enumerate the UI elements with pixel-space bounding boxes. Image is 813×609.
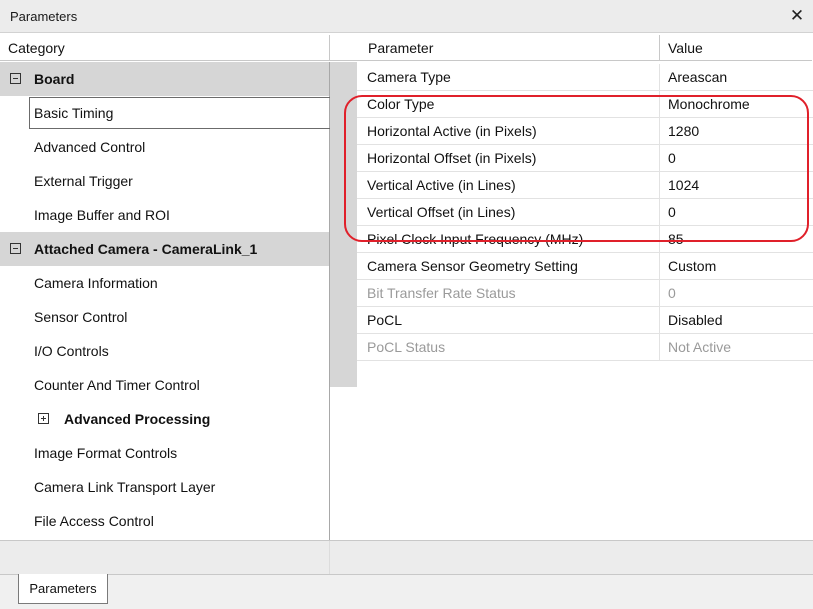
category-item[interactable]: Camera Link Transport Layer <box>0 470 329 504</box>
column-separator <box>659 226 660 252</box>
category-item[interactable]: Advanced Control <box>0 130 329 164</box>
category-label: Image Format Controls <box>34 445 178 461</box>
category-label: Camera Information <box>34 275 158 291</box>
parameter-row[interactable]: Vertical Active (in Lines) 1024 <box>357 172 813 199</box>
parameter-value[interactable]: 0 <box>668 199 676 226</box>
category-label: File Access Control <box>34 513 154 529</box>
column-separator <box>659 91 660 117</box>
collapse-icon[interactable] <box>10 243 21 254</box>
parameter-row[interactable]: PoCL Status Not Active <box>357 334 813 361</box>
parameter-row[interactable]: PoCL Disabled <box>357 307 813 334</box>
panel-divider <box>329 541 330 575</box>
category-item[interactable]: Camera Information <box>0 266 329 300</box>
parameter-name: Bit Transfer Rate Status <box>367 285 516 301</box>
category-label: Board <box>34 71 75 87</box>
category-item[interactable]: Sensor Control <box>0 300 329 334</box>
parameter-row[interactable]: Color Type Monochrome <box>357 91 813 118</box>
category-label: Camera Link Transport Layer <box>34 479 216 495</box>
column-separator <box>659 307 660 333</box>
parameter-row[interactable]: Horizontal Offset (in Pixels) 0 <box>357 145 813 172</box>
parameter-row[interactable]: Vertical Offset (in Lines) 0 <box>357 199 813 226</box>
parameter-value[interactable]: 1024 <box>668 172 699 199</box>
category-group[interactable]: Advanced Processing <box>0 402 329 436</box>
category-label: Attached Camera - CameraLink_1 <box>34 241 258 257</box>
parameter-value[interactable]: Custom <box>668 253 716 280</box>
tab-parameters[interactable]: Parameters <box>18 574 108 604</box>
parameter-value: Not Active <box>668 339 732 355</box>
category-label: Counter And Timer Control <box>34 377 200 393</box>
parameter-row[interactable]: Horizontal Active (in Pixels) 1280 <box>357 118 813 145</box>
parameter-name: Pixel Clock Input Frequency (MHz) <box>367 231 584 247</box>
column-separator <box>659 280 660 306</box>
column-separator <box>659 334 660 360</box>
column-header-value[interactable]: Value <box>660 35 812 61</box>
category-label: Basic Timing <box>34 105 114 121</box>
parameter-name: Camera Sensor Geometry Setting <box>367 258 578 274</box>
window-title-bar: Parameters ✕ <box>0 0 813 33</box>
column-header-category[interactable]: Category <box>0 35 330 61</box>
parameter-name: Vertical Offset (in Lines) <box>367 204 516 220</box>
parameter-name: Camera Type <box>367 69 451 85</box>
column-separator <box>659 172 660 198</box>
parameter-value[interactable]: Monochrome <box>668 91 750 118</box>
column-separator <box>659 64 660 90</box>
category-group[interactable]: Attached Camera - CameraLink_1 <box>0 232 329 266</box>
category-item[interactable]: File Access Control <box>0 504 329 538</box>
column-separator <box>659 145 660 171</box>
column-separator <box>659 199 660 225</box>
category-item[interactable]: Counter And Timer Control <box>0 368 329 402</box>
parameter-name: Horizontal Active (in Pixels) <box>367 123 537 139</box>
description-strip <box>0 540 813 575</box>
category-item[interactable]: I/O Controls <box>0 334 329 368</box>
parameter-value[interactable]: Disabled <box>668 307 722 334</box>
column-separator <box>659 253 660 279</box>
category-item[interactable]: Basic Timing <box>0 96 330 130</box>
category-label: Advanced Processing <box>64 411 211 427</box>
parameter-name: Vertical Active (in Lines) <box>367 177 516 193</box>
category-tree: Board Basic Timing Advanced Control Externa… <box>0 62 330 540</box>
tab-bar: Parameters <box>0 574 813 609</box>
parameter-row[interactable]: Pixel Clock Input Frequency (MHz) 85 <box>357 226 813 253</box>
category-item[interactable]: External Trigger <box>0 164 329 198</box>
parameter-row[interactable]: Camera Sensor Geometry Setting Custom <box>357 253 813 280</box>
category-label: Sensor Control <box>34 309 128 325</box>
parameter-grid: Camera Type Areascan Color Type Monochrome H… <box>330 62 813 540</box>
parameter-name: PoCL <box>367 312 403 328</box>
category-item[interactable]: Image Buffer and ROI <box>0 198 329 232</box>
category-item[interactable]: Image Format Controls <box>0 436 329 470</box>
parameter-value[interactable]: 1280 <box>668 118 699 145</box>
window-title: Parameters <box>10 9 78 24</box>
close-icon[interactable]: ✕ <box>787 5 807 27</box>
grid-row-gutter <box>330 62 357 387</box>
column-header-parameter[interactable]: Parameter <box>330 35 660 61</box>
parameter-row[interactable]: Bit Transfer Rate Status 0 <box>357 280 813 307</box>
parameter-value[interactable]: 0 <box>668 145 676 172</box>
parameter-row[interactable]: Camera Type Areascan <box>357 64 813 91</box>
parameter-name: Color Type <box>367 96 435 112</box>
category-group[interactable]: Board <box>0 62 329 96</box>
collapse-icon[interactable] <box>10 73 21 84</box>
parameter-value[interactable]: Areascan <box>668 64 727 91</box>
parameter-value: 0 <box>668 285 676 301</box>
parameter-value[interactable]: 85 <box>668 226 684 253</box>
category-label: Image Buffer and ROI <box>34 207 170 223</box>
category-label: External Trigger <box>34 173 133 189</box>
category-label: I/O Controls <box>34 343 109 359</box>
expand-icon[interactable] <box>38 413 49 424</box>
parameter-name: Horizontal Offset (in Pixels) <box>367 150 537 166</box>
parameter-name: PoCL Status <box>367 339 446 355</box>
column-separator <box>659 118 660 144</box>
category-label: Advanced Control <box>34 139 146 155</box>
